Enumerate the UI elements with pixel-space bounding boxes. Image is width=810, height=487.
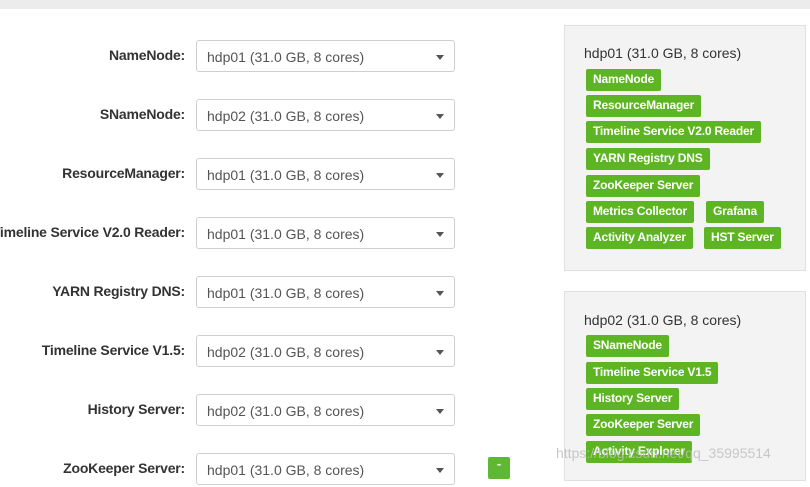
namenode-host-select[interactable]: hdp01 (31.0 GB, 8 cores) xyxy=(196,40,455,72)
assignment-row-snamenode: SNameNode: hdp02 (31.0 GB, 8 cores) xyxy=(0,99,460,133)
assignment-row-timeline-v15: Timeline Service V1.5: hdp02 (31.0 GB, 8… xyxy=(0,335,460,369)
component-badge: ZooKeeper Server xyxy=(586,175,701,197)
top-bar xyxy=(0,0,810,9)
component-badge: Grafana xyxy=(706,201,764,223)
select-value: hdp01 (31.0 GB, 8 cores) xyxy=(207,167,365,183)
select-value: hdp02 (31.0 GB, 8 cores) xyxy=(207,403,365,419)
caret-down-icon xyxy=(436,291,444,296)
remove-zookeeper-button[interactable]: - xyxy=(488,457,510,479)
component-badge: Activity Analyzer xyxy=(586,227,693,249)
assignment-label: ZooKeeper Server: xyxy=(63,460,185,476)
component-badge: YARN Registry DNS xyxy=(586,148,710,170)
select-value: hdp02 (31.0 GB, 8 cores) xyxy=(207,344,365,360)
select-value: hdp02 (31.0 GB, 8 cores) xyxy=(207,108,365,124)
component-badge: ZooKeeper Server xyxy=(586,414,701,436)
host-card-title: hdp01 (31.0 GB, 8 cores) xyxy=(584,45,742,61)
assignment-label: History Server: xyxy=(87,401,186,417)
assignment-label: YARN Registry DNS: xyxy=(52,283,185,299)
timeline-reader-host-select[interactable]: hdp01 (31.0 GB, 8 cores) xyxy=(196,217,455,249)
assignment-label: SNameNode: xyxy=(99,106,185,122)
assignment-label: Timeline Service V1.5: xyxy=(41,342,185,358)
caret-down-icon xyxy=(436,232,444,237)
zookeeper-host-select[interactable]: hdp01 (31.0 GB, 8 cores) xyxy=(196,453,455,485)
host-card-title: hdp02 (31.0 GB, 8 cores) xyxy=(584,312,742,328)
snamenode-host-select[interactable]: hdp02 (31.0 GB, 8 cores) xyxy=(196,99,455,131)
caret-down-icon xyxy=(436,55,444,60)
assignment-label: Timeline Service V2.0 Reader: xyxy=(0,224,185,240)
select-value: hdp01 (31.0 GB, 8 cores) xyxy=(207,462,365,478)
select-value: hdp01 (31.0 GB, 8 cores) xyxy=(207,285,365,301)
assignment-row-yarn-registry-dns: YARN Registry DNS: hdp01 (31.0 GB, 8 cor… xyxy=(0,276,460,310)
assignment-row-timeline-reader: Timeline Service V2.0 Reader: hdp01 (31.… xyxy=(0,217,460,251)
component-badge: NameNode xyxy=(586,69,662,91)
assignment-label: NameNode: xyxy=(109,47,185,63)
component-badge: Metrics Collector xyxy=(586,201,694,223)
assignment-row-history-server: History Server: hdp02 (31.0 GB, 8 cores) xyxy=(0,394,460,428)
assignment-row-resourcemanager: ResourceManager: hdp01 (31.0 GB, 8 cores… xyxy=(0,158,460,192)
caret-down-icon xyxy=(436,350,444,355)
select-value: hdp01 (31.0 GB, 8 cores) xyxy=(207,226,365,242)
yarn-registry-dns-host-select[interactable]: hdp01 (31.0 GB, 8 cores) xyxy=(196,276,455,308)
watermark: https://blog.csdn.net/qq_35995514 xyxy=(556,445,771,461)
timeline-v15-host-select[interactable]: hdp02 (31.0 GB, 8 cores) xyxy=(196,335,455,367)
history-server-host-select[interactable]: hdp02 (31.0 GB, 8 cores) xyxy=(196,394,455,426)
component-badge: History Server xyxy=(586,388,680,410)
resourcemanager-host-select[interactable]: hdp01 (31.0 GB, 8 cores) xyxy=(196,158,455,190)
caret-down-icon xyxy=(436,409,444,414)
component-badge: HST Server xyxy=(704,227,781,249)
component-badge: Timeline Service V2.0 Reader xyxy=(586,121,761,143)
assignment-row-namenode: NameNode: hdp01 (31.0 GB, 8 cores) xyxy=(0,40,460,74)
select-value: hdp01 (31.0 GB, 8 cores) xyxy=(207,49,365,65)
component-badge: SNameNode xyxy=(586,335,669,357)
assignment-label: ResourceManager: xyxy=(62,165,185,181)
host-card-hdp01: hdp01 (31.0 GB, 8 cores) NameNode Resour… xyxy=(564,25,806,271)
component-badge: ResourceManager xyxy=(586,95,702,117)
component-badge: Timeline Service V1.5 xyxy=(586,362,719,384)
assignment-row-zookeeper: ZooKeeper Server: hdp01 (31.0 GB, 8 core… xyxy=(0,453,460,487)
caret-down-icon xyxy=(436,114,444,119)
caret-down-icon xyxy=(436,173,444,178)
